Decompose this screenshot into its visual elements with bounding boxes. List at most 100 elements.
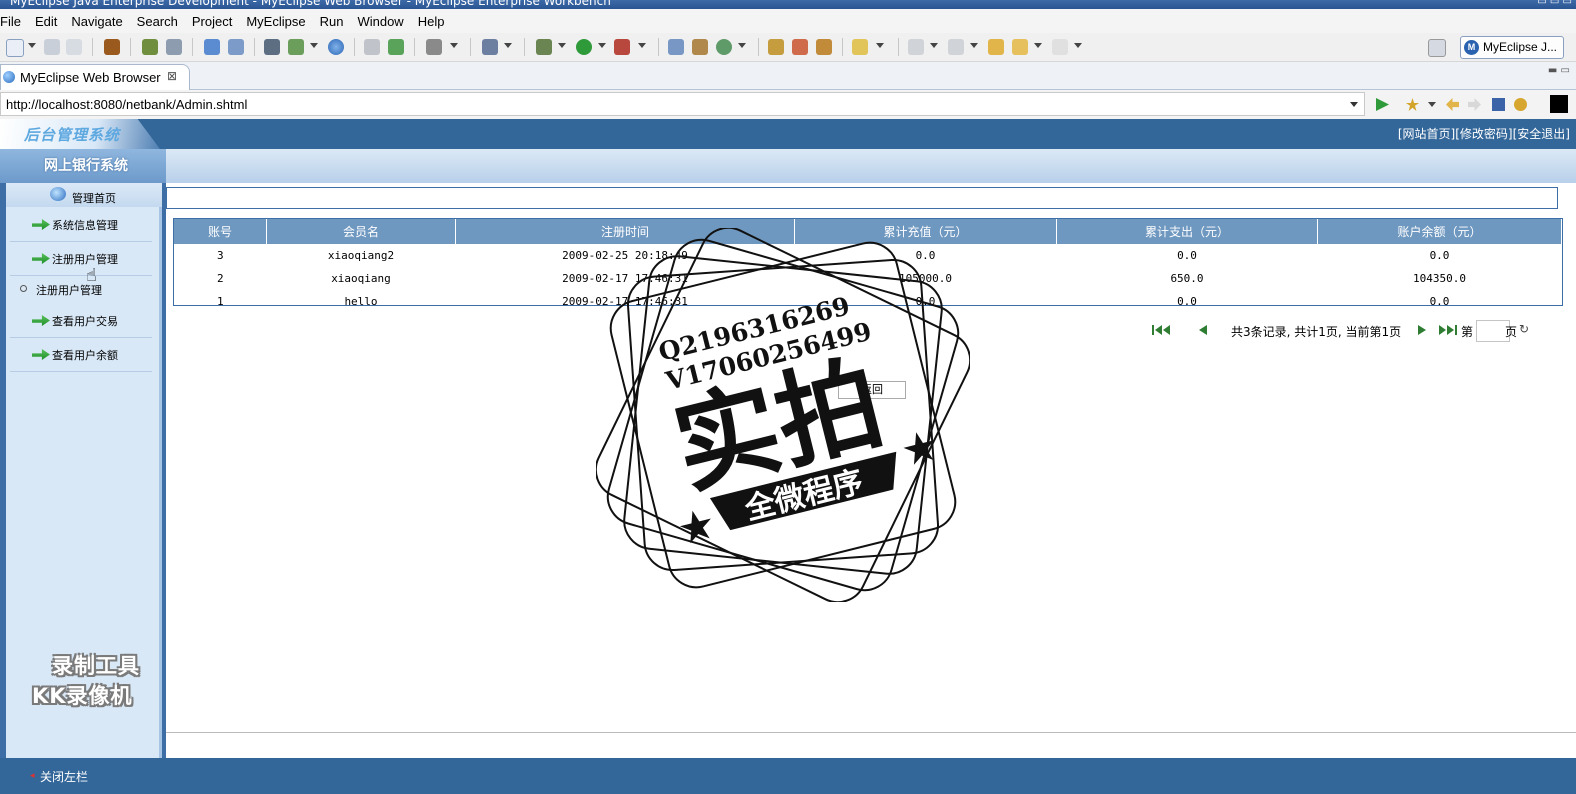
- deploy-icon[interactable]: [142, 39, 158, 55]
- tasks-dropdown-icon[interactable]: [504, 43, 512, 48]
- close-icon[interactable]: ⊠: [167, 69, 177, 83]
- open-perspective-icon[interactable]: [1428, 39, 1446, 57]
- export-icon[interactable]: [288, 39, 304, 55]
- page-header: 后台管理系统 [网站首页][修改密码][安全退出]: [0, 119, 1576, 149]
- menu-help[interactable]: Help: [411, 14, 452, 29]
- cell-member: xiaoqiang: [331, 272, 391, 285]
- back-icon[interactable]: [1012, 39, 1028, 55]
- run-icon[interactable]: [576, 39, 592, 55]
- open-icon[interactable]: [364, 39, 380, 55]
- pagination: 共3条记录, 共计1页, 当前第1页 第 页 ↻: [1151, 320, 1571, 342]
- sidebar-item-user-management[interactable]: 注册用户管理: [10, 243, 152, 276]
- view-menu-icon[interactable]: [1550, 95, 1568, 113]
- close-sidebar-link[interactable]: 关闭左栏: [40, 768, 88, 785]
- folder-dropdown-icon[interactable]: [876, 43, 884, 48]
- debug-dropdown-icon[interactable]: [558, 43, 566, 48]
- window-controls[interactable]: ▭ ▭ ▭: [1537, 0, 1572, 7]
- back-arrow-icon[interactable]: [1446, 98, 1459, 111]
- cell-total-spend: 0.0: [1177, 249, 1197, 262]
- pencil-icon[interactable]: [792, 39, 808, 55]
- stop-icon[interactable]: [1492, 98, 1505, 111]
- server-icon[interactable]: [166, 39, 182, 55]
- tab-myeclipse-web-browser[interactable]: MyEclipse Web Browser ⊠: [0, 64, 190, 90]
- favorites-dropdown-icon[interactable]: [1428, 102, 1436, 107]
- camera-icon[interactable]: [426, 39, 442, 55]
- next-annotation-icon[interactable]: [908, 39, 924, 55]
- forward-arrow-icon[interactable]: [1468, 98, 1481, 111]
- save-icon[interactable]: [44, 39, 60, 55]
- sub-header: 网上银行系统: [0, 149, 1576, 183]
- debug-icon[interactable]: [536, 39, 552, 55]
- run-dropdown-icon[interactable]: [598, 43, 606, 48]
- new-class-icon[interactable]: [716, 39, 732, 55]
- last-edit-icon[interactable]: [988, 39, 1004, 55]
- refresh-icon[interactable]: [1514, 98, 1527, 111]
- wizard2-icon[interactable]: [228, 39, 244, 55]
- menu-file[interactable]: File: [0, 14, 28, 29]
- last-page-icon[interactable]: [1436, 323, 1458, 337]
- sidebar-item-label: 系统信息管理: [52, 219, 118, 232]
- search-tool-icon[interactable]: [816, 39, 832, 55]
- first-page-icon[interactable]: [1151, 323, 1173, 337]
- link-logout[interactable]: [安全退出]: [1513, 127, 1570, 141]
- menu-search[interactable]: Search: [130, 14, 185, 29]
- menu-project[interactable]: Project: [185, 14, 239, 29]
- cell-member: xiaoqiang2: [327, 249, 395, 262]
- folder-icon[interactable]: [852, 39, 868, 55]
- link-change-password[interactable]: [修改密码]: [1455, 127, 1512, 141]
- chevron-down-icon[interactable]: [1350, 102, 1358, 107]
- new-dropdown-icon[interactable]: [28, 43, 36, 48]
- url-input[interactable]: http://localhost:8080/netbank/Admin.shtm…: [0, 92, 1365, 116]
- back-dropdown-icon[interactable]: [1034, 43, 1042, 48]
- menu-edit[interactable]: Edit: [28, 14, 64, 29]
- next-page-icon[interactable]: [1416, 323, 1428, 337]
- bullet-icon: [20, 285, 27, 292]
- recording-watermark: 录制工具 KK录像机: [32, 650, 172, 712]
- menu-run[interactable]: Run: [313, 14, 351, 29]
- sidebar-item-user-balance[interactable]: 查看用户余额: [10, 339, 152, 372]
- forward-dropdown-icon[interactable]: [1074, 43, 1082, 48]
- menu-window[interactable]: Window: [350, 14, 410, 29]
- pagination-summary: 共3条记录, 共计1页, 当前第1页: [1231, 325, 1402, 339]
- open-type-icon[interactable]: [768, 39, 784, 55]
- prev-annotation-icon[interactable]: [948, 39, 964, 55]
- add-icon[interactable]: [388, 39, 404, 55]
- sidebar-item-system-info[interactable]: 系统信息管理: [10, 209, 152, 242]
- tasks-icon[interactable]: [482, 39, 498, 55]
- url-text: http://localhost:8080/netbank/Admin.shtm…: [6, 97, 248, 112]
- globe-icon: [3, 71, 15, 83]
- next-annotation-dropdown-icon[interactable]: [930, 43, 938, 48]
- sidebar-item-home[interactable]: 管理首页: [6, 183, 162, 207]
- web-browser-icon[interactable]: [328, 39, 344, 55]
- prev-page-icon[interactable]: [1197, 323, 1209, 337]
- prev-annotation-dropdown-icon[interactable]: [970, 43, 978, 48]
- external-tools-icon[interactable]: [614, 39, 630, 55]
- content-title-box: [166, 187, 1558, 209]
- arrow-icon: [32, 253, 50, 264]
- favorites-icon[interactable]: [1406, 98, 1419, 111]
- external-tools-dropdown-icon[interactable]: [638, 43, 646, 48]
- sidebar-item-label: 注册用户管理: [52, 253, 118, 266]
- go-page-icon[interactable]: ↻: [1519, 322, 1529, 336]
- new-java-project-icon[interactable]: [668, 39, 684, 55]
- sidebar-item-user-transactions[interactable]: 查看用户交易: [10, 305, 152, 338]
- run-config-icon[interactable]: [264, 39, 280, 55]
- package-icon[interactable]: [104, 39, 120, 55]
- export-dropdown-icon[interactable]: [310, 43, 318, 48]
- close-sidebar-icon[interactable]: ◂: [30, 771, 35, 781]
- logo-text: 后台管理系统: [24, 126, 121, 144]
- new-package-icon[interactable]: [692, 39, 708, 55]
- new-file-icon[interactable]: [6, 39, 24, 57]
- wizard-icon[interactable]: [204, 39, 220, 55]
- go-icon[interactable]: [1376, 98, 1389, 111]
- save-all-icon[interactable]: [66, 39, 82, 55]
- minimize-maximize-icon[interactable]: ▬ ▭: [1548, 65, 1570, 76]
- camera-dropdown-icon[interactable]: [450, 43, 458, 48]
- new-class-dropdown-icon[interactable]: [738, 43, 746, 48]
- sidebar-subitem-user-management[interactable]: 注册用户管理: [6, 279, 156, 299]
- forward-icon[interactable]: [1052, 39, 1068, 55]
- menu-navigate[interactable]: Navigate: [64, 14, 129, 29]
- link-home[interactable]: [网站首页]: [1398, 127, 1455, 141]
- menu-myeclipse[interactable]: MyEclipse: [239, 14, 312, 29]
- perspective-button[interactable]: M MyEclipse J...: [1460, 36, 1564, 59]
